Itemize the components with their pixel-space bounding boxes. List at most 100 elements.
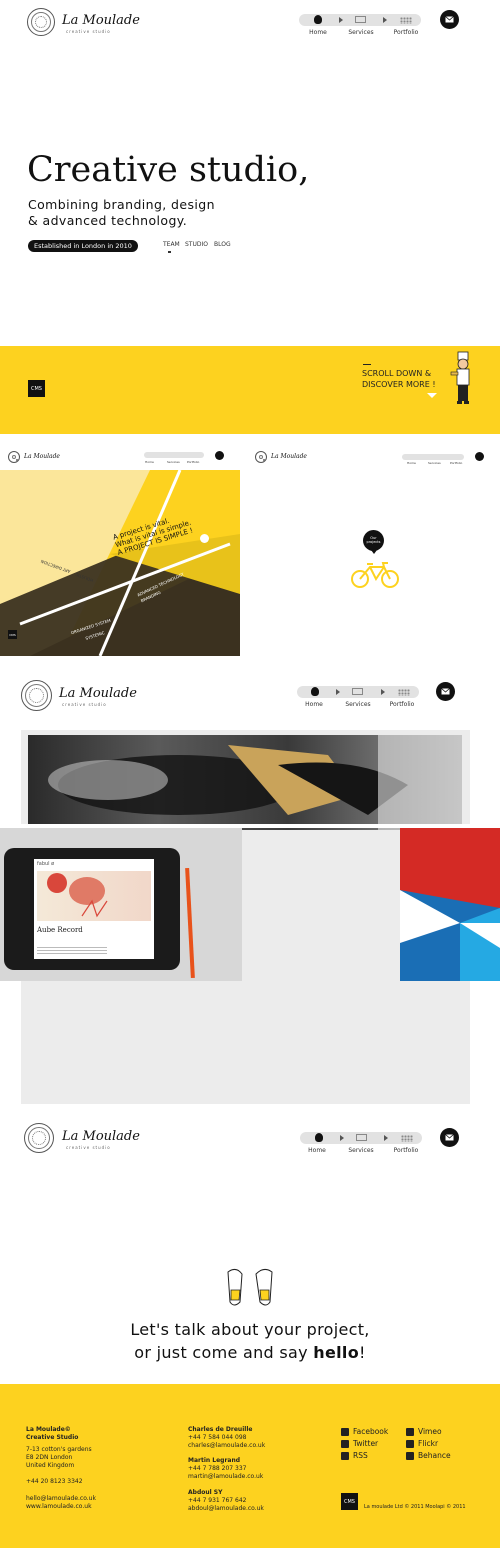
- social-facebook[interactable]: Facebook: [353, 1427, 388, 1436]
- tablet-artwork: [37, 871, 151, 921]
- mini-mail-button: [475, 452, 484, 461]
- nav-portfolio[interactable]: Portfolio: [390, 29, 422, 36]
- grid-icon[interactable]: [398, 689, 410, 696]
- scroll-text-1[interactable]: SCROLL DOWN &: [362, 369, 431, 378]
- mail-button[interactable]: [440, 10, 459, 29]
- nav-portfolio[interactable]: Portfolio: [390, 1147, 422, 1154]
- contact-line-2-prefix: or just come and say: [134, 1343, 314, 1362]
- portfolio-color-card[interactable]: [400, 828, 500, 981]
- social-rss[interactable]: RSS: [353, 1451, 368, 1460]
- hero-title: Creative studio,: [27, 150, 310, 190]
- arrow-icon: [383, 17, 387, 23]
- person-3-name: Abdoul SY: [188, 1489, 223, 1496]
- nav-services[interactable]: Services: [345, 1147, 377, 1154]
- social-vimeo[interactable]: Vimeo: [418, 1427, 442, 1436]
- nav-portfolio[interactable]: Portfolio: [386, 701, 418, 708]
- home-head-icon[interactable]: [314, 15, 322, 24]
- hero-link-studio[interactable]: STUDIO: [185, 241, 208, 248]
- flickr-icon[interactable]: [406, 1440, 414, 1448]
- projects-panel: La Moulade Home Services Portfolio Our p…: [250, 444, 500, 656]
- footer-email[interactable]: hello@lamoulade.co.uk: [26, 1495, 96, 1503]
- person-2-name: Martin Legrand: [188, 1457, 241, 1464]
- quote-arrow-button[interactable]: [200, 534, 209, 543]
- screen-icon[interactable]: [356, 1134, 367, 1141]
- mini-logo-text: La Moulade: [24, 453, 60, 460]
- mini-logo-emblem: [8, 451, 20, 463]
- hero-link-team[interactable]: TEAM: [163, 241, 180, 248]
- vimeo-icon[interactable]: [406, 1428, 414, 1436]
- scroll-text-2[interactable]: DISCOVER MORE !: [362, 380, 436, 389]
- bicycle-icon[interactable]: [350, 561, 400, 589]
- mail-button[interactable]: [436, 682, 455, 701]
- social-twitter[interactable]: Twitter: [353, 1439, 378, 1448]
- screen-icon[interactable]: [355, 16, 366, 23]
- nav-home[interactable]: Home: [299, 701, 329, 708]
- twitter-icon[interactable]: [341, 1440, 349, 1448]
- portfolio-section: La Moulade creative studio Home Services…: [0, 672, 500, 1110]
- our-projects-badge[interactable]: Our projects: [363, 530, 384, 551]
- grid-icon[interactable]: [401, 1135, 413, 1142]
- person-2-email[interactable]: martin@lamoulade.co.uk: [188, 1473, 263, 1481]
- rss-icon[interactable]: [341, 1452, 349, 1460]
- waiter-illustration-icon: [450, 351, 470, 404]
- home-head-icon[interactable]: [311, 687, 319, 696]
- logo-emblem[interactable]: [21, 680, 52, 711]
- screen-icon[interactable]: [352, 688, 363, 695]
- geometric-artwork: [400, 828, 500, 981]
- person-1-phone: +44 7 584 044 098: [188, 1434, 247, 1441]
- portfolio-photo-gloves[interactable]: [28, 735, 462, 830]
- nav-home[interactable]: Home: [303, 29, 333, 36]
- footer-address-2: E8 2DN London: [26, 1454, 73, 1461]
- mail-button[interactable]: [440, 1128, 459, 1147]
- footer: [0, 1384, 500, 1548]
- nav-services[interactable]: Services: [345, 29, 377, 36]
- studio-panel: La Moulade Home Services Portfolio A pro…: [0, 444, 240, 656]
- contact-line-2: or just come and say hello!: [0, 1343, 500, 1362]
- badge-pointer: [371, 550, 377, 554]
- tablet-logo: fabul ø: [37, 861, 55, 867]
- logo-tagline: creative studio: [66, 29, 111, 34]
- scroll-down-arrow-icon[interactable]: [427, 393, 437, 398]
- mini-nav-portfolio: Portfolio: [187, 460, 200, 464]
- person-2-phone: +44 7 788 207 337: [188, 1465, 247, 1472]
- hero-section: La Moulade creative studio Home Services…: [0, 0, 500, 346]
- behance-icon[interactable]: [406, 1452, 414, 1460]
- home-head-icon[interactable]: [315, 1133, 323, 1142]
- footer-cms-badge[interactable]: CMS: [341, 1493, 358, 1510]
- mini-logo-emblem: [255, 451, 267, 463]
- mini-nav-bar: [144, 452, 204, 458]
- logo-emblem[interactable]: [24, 1123, 54, 1153]
- facebook-icon[interactable]: [341, 1428, 349, 1436]
- shoes-icon: [227, 1268, 273, 1306]
- logo-text[interactable]: La Moulade: [59, 686, 137, 701]
- contact-line-1: Let's talk about your project,: [130, 1320, 370, 1339]
- mini-nav-home: Home: [145, 460, 154, 464]
- grid-icon[interactable]: [400, 17, 412, 24]
- footer-website[interactable]: www.lamoulade.co.uk: [26, 1503, 92, 1511]
- person-3-phone: +44 7 931 767 642: [188, 1497, 247, 1504]
- logo-text[interactable]: La Moulade: [62, 1129, 140, 1144]
- social-flickr[interactable]: Flickr: [418, 1439, 438, 1448]
- footer-copyright: La moulade Ltd © 2011 Moolapi © 2011: [364, 1504, 466, 1510]
- mini-mail-button: [215, 451, 224, 460]
- social-behance[interactable]: Behance: [418, 1451, 451, 1460]
- hero-link-blog[interactable]: BLOG: [214, 241, 231, 248]
- person-3-email[interactable]: abdoul@lamoulade.co.uk: [188, 1505, 264, 1513]
- footer-address-3: United Kingdom: [26, 1462, 75, 1469]
- mail-icon: [441, 688, 450, 695]
- mail-icon: [445, 16, 454, 23]
- contact-line-2-suffix: !: [359, 1343, 366, 1362]
- hero-link-underline: [168, 251, 171, 253]
- person-1-email[interactable]: charles@lamoulade.co.uk: [188, 1442, 265, 1450]
- mini-nav-services: Services: [167, 460, 180, 464]
- footer-phone: +44 20 8123 3342: [26, 1478, 83, 1485]
- footer-company-2: Creative Studio: [26, 1434, 79, 1441]
- logo-tagline: creative studio: [62, 702, 107, 707]
- band-cms-badge[interactable]: CMS: [28, 380, 45, 397]
- logo-emblem[interactable]: [27, 8, 55, 36]
- nav-services[interactable]: Services: [342, 701, 374, 708]
- nav-home[interactable]: Home: [302, 1147, 332, 1154]
- contact-hello[interactable]: hello: [313, 1343, 359, 1362]
- logo-text[interactable]: La Moulade: [62, 13, 140, 28]
- portfolio-tablet-card[interactable]: fabul ø Aube Record: [0, 828, 242, 981]
